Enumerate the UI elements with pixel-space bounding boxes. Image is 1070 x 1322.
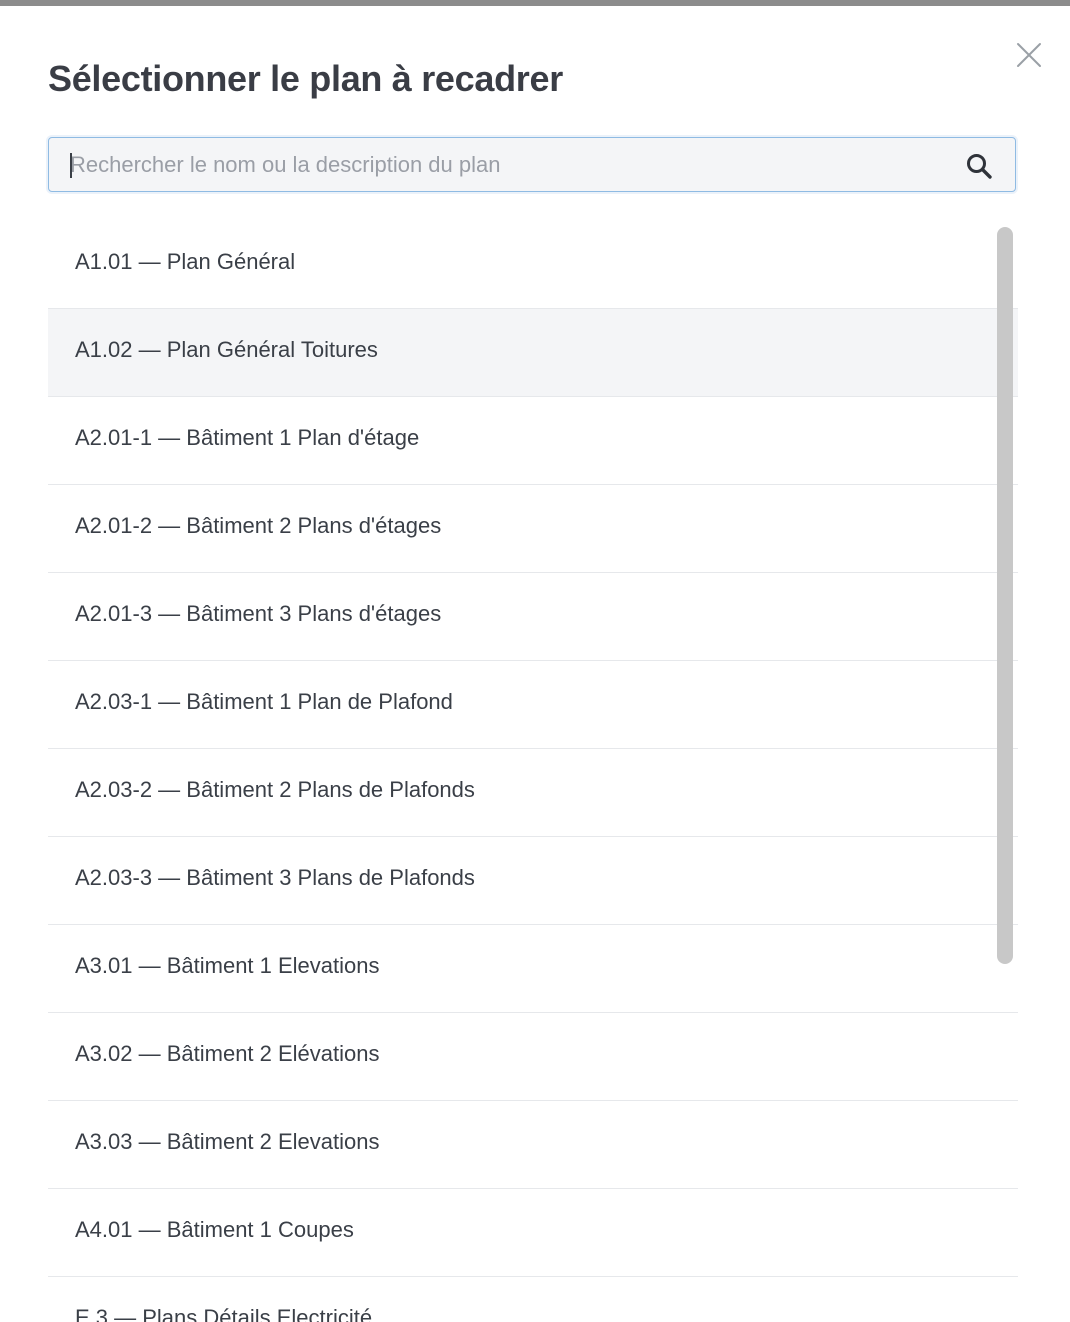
plan-item[interactable]: A4.01 — Bâtiment 1 Coupes: [48, 1189, 1018, 1277]
plan-item[interactable]: A2.01-3 — Bâtiment 3 Plans d'étages: [48, 573, 1018, 661]
plan-item-label: A3.02 — Bâtiment 2 Elévations: [75, 1041, 380, 1066]
text-cursor: [70, 153, 72, 178]
plan-item-label: A2.01-2 — Bâtiment 2 Plans d'étages: [75, 513, 442, 538]
plan-item-label: A4.01 — Bâtiment 1 Coupes: [75, 1217, 354, 1242]
plan-item-label: A3.03 — Bâtiment 2 Elevations: [75, 1129, 380, 1154]
plan-item[interactable]: A3.03 — Bâtiment 2 Elevations: [48, 1101, 1018, 1189]
plan-item[interactable]: E.3 — Plans Détails Electricité: [48, 1277, 1018, 1322]
search-input[interactable]: [49, 138, 939, 191]
plan-item[interactable]: A2.03-1 — Bâtiment 1 Plan de Plafond: [48, 661, 1018, 749]
plan-item[interactable]: A2.01-1 — Bâtiment 1 Plan d'étage: [48, 397, 1018, 485]
plan-item-label: A1.01 — Plan Général: [75, 249, 296, 274]
close-button[interactable]: [1012, 38, 1046, 72]
plan-item[interactable]: A3.01 — Bâtiment 1 Elevations: [48, 925, 1018, 1013]
search-icon[interactable]: [964, 151, 994, 181]
plan-item[interactable]: A2.03-2 — Bâtiment 2 Plans de Plafonds: [48, 749, 1018, 837]
plan-item[interactable]: A2.01-2 — Bâtiment 2 Plans d'étages: [48, 485, 1018, 573]
plan-item-label: A2.01-3 — Bâtiment 3 Plans d'étages: [75, 601, 442, 626]
plan-item[interactable]: A3.02 — Bâtiment 2 Elévations: [48, 1013, 1018, 1101]
plan-list: A1.01 — Plan Général A1.02 — Plan Généra…: [48, 221, 1018, 1322]
plan-item-label: A2.03-3 — Bâtiment 3 Plans de Plafonds: [75, 865, 475, 890]
plan-item-label: A3.01 — Bâtiment 1 Elevations: [75, 953, 380, 978]
plan-item[interactable]: A1.02 — Plan Général Toitures: [48, 309, 1018, 397]
modal-title: Sélectionner le plan à recadrer: [48, 58, 563, 99]
plan-item-label: A2.01-1 — Bâtiment 1 Plan d'étage: [75, 425, 420, 450]
plan-item-label: A1.02 — Plan Général Toitures: [75, 337, 378, 362]
close-icon[interactable]: [1012, 38, 1046, 72]
plan-item-label: A2.03-1 — Bâtiment 1 Plan de Plafond: [75, 689, 453, 714]
select-plan-modal: Sélectionner le plan à recadrer A1.01 — …: [0, 6, 1070, 1322]
plan-item[interactable]: A2.03-3 — Bâtiment 3 Plans de Plafonds: [48, 837, 1018, 925]
search-box[interactable]: [48, 137, 1016, 192]
plan-item-label: A2.03-2 — Bâtiment 2 Plans de Plafonds: [75, 777, 475, 802]
plan-item-label: E.3 — Plans Détails Electricité: [75, 1305, 373, 1322]
plan-item[interactable]: A1.01 — Plan Général: [48, 221, 1018, 309]
list-scrollbar[interactable]: [997, 227, 1013, 964]
